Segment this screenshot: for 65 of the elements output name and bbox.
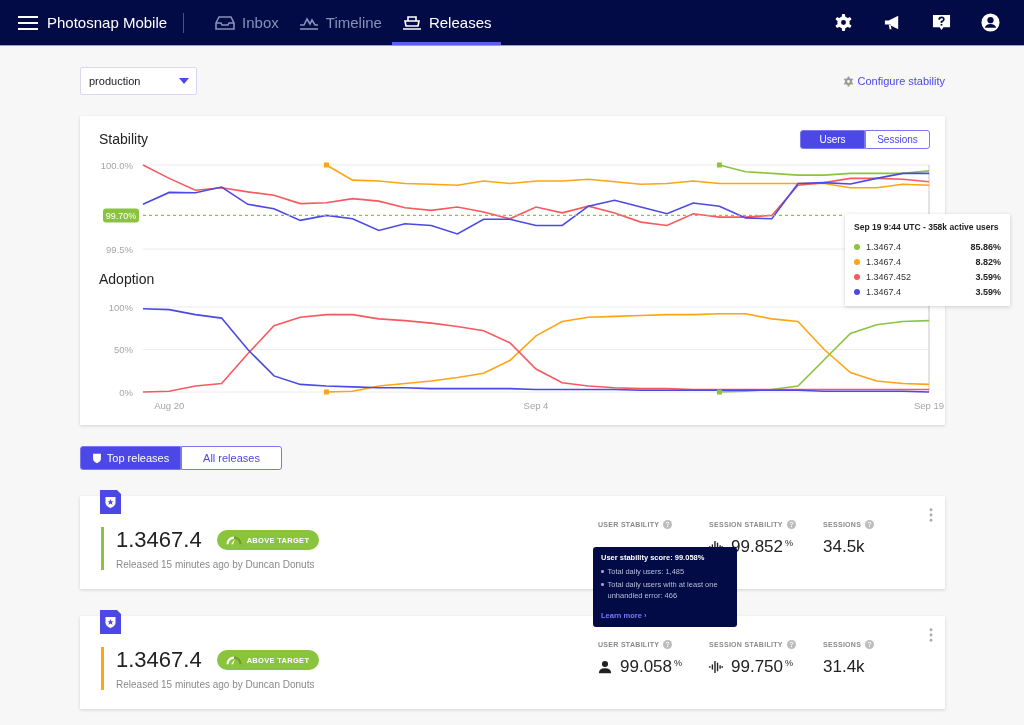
gauge-icon xyxy=(225,535,242,545)
metric-unit: % xyxy=(674,657,682,668)
release-subtitle: Released 15 minutes ago by Duncan Donuts xyxy=(116,679,316,690)
y-axis-label: 100.0% xyxy=(100,159,133,171)
x-axis-label: Sep 4 xyxy=(523,400,549,411)
series-value: 8.82% xyxy=(975,256,1001,267)
inbox-icon xyxy=(215,14,236,31)
chart-title: Stability xyxy=(99,131,149,147)
nav-tab[interactable]: Timeline xyxy=(288,0,392,45)
toggle-button[interactable]: Users xyxy=(800,129,865,149)
bullet-icon xyxy=(601,583,604,586)
more-options-icon[interactable] xyxy=(929,628,933,642)
help-icon[interactable] xyxy=(932,13,951,32)
x-axis-label: Sep 19 xyxy=(913,400,945,411)
series-name: 1.3467.4 xyxy=(866,286,902,297)
caret-icon xyxy=(179,78,189,84)
release-version: 1.3467.4 xyxy=(116,647,202,673)
environment-select[interactable]: production xyxy=(80,67,197,95)
series-value: 3.59% xyxy=(975,286,1001,297)
account-icon[interactable] xyxy=(981,13,1000,32)
y-axis-label: 0% xyxy=(119,386,133,398)
threshold-label: 99.70% xyxy=(103,208,139,223)
shield-tag-icon xyxy=(100,490,121,514)
menu-icon[interactable] xyxy=(18,14,38,31)
start-marker xyxy=(323,389,329,395)
start-marker xyxy=(323,162,329,168)
release-subtitle: Released 15 minutes ago by Duncan Donuts xyxy=(116,559,316,570)
app-title[interactable]: Photosnap Mobile xyxy=(47,14,168,31)
bullet-icon xyxy=(601,570,604,573)
configure-stability-link[interactable]: Configure stability xyxy=(842,75,945,87)
waveform-icon xyxy=(709,660,723,673)
start-marker xyxy=(716,389,722,395)
nav-tab[interactable]: Releases xyxy=(391,0,502,45)
series-name: 1.3467.4 xyxy=(866,241,902,252)
y-axis-label: 100% xyxy=(108,301,133,313)
ship-icon xyxy=(401,14,422,31)
more-options-icon[interactable] xyxy=(929,508,933,522)
metric-value: 31.4k xyxy=(823,656,865,677)
release-version: 1.3467.4 xyxy=(116,527,202,553)
filter-tab[interactable]: All releases xyxy=(181,446,282,470)
y-axis-label: 50% xyxy=(114,344,133,355)
gauge-icon xyxy=(225,655,242,665)
person-icon xyxy=(598,659,612,674)
shield-icon xyxy=(91,452,102,464)
toggle-button[interactable]: Sessions xyxy=(865,129,930,149)
start-marker xyxy=(716,162,722,168)
metric-value: 99.852 xyxy=(731,536,783,557)
metric-value: 99.750 xyxy=(731,656,783,677)
settings-icon[interactable] xyxy=(834,13,853,32)
metric-value: 99.058 xyxy=(620,656,672,677)
settings-icon xyxy=(842,75,854,87)
series-name: 1.3467.4 xyxy=(866,256,902,267)
shield-tag-icon xyxy=(100,610,121,634)
series-value: 85.86% xyxy=(970,241,1001,252)
metric-unit: % xyxy=(785,657,793,668)
metric-unit: % xyxy=(785,537,793,548)
chart-title: Adoption xyxy=(99,270,155,289)
y-axis-label: 99.5% xyxy=(106,243,133,255)
nav-tab[interactable]: Inbox xyxy=(205,0,289,45)
series-name: 1.3467.452 xyxy=(866,271,912,282)
series-value: 3.59% xyxy=(975,271,1001,282)
x-axis-label: Aug 20 xyxy=(154,400,185,411)
filter-tab[interactable]: Top releases xyxy=(80,446,181,470)
metric-value: 34.5k xyxy=(823,536,865,557)
tooltip-title: Sep 19 9:44 UTC - 358k active users xyxy=(854,222,1000,232)
